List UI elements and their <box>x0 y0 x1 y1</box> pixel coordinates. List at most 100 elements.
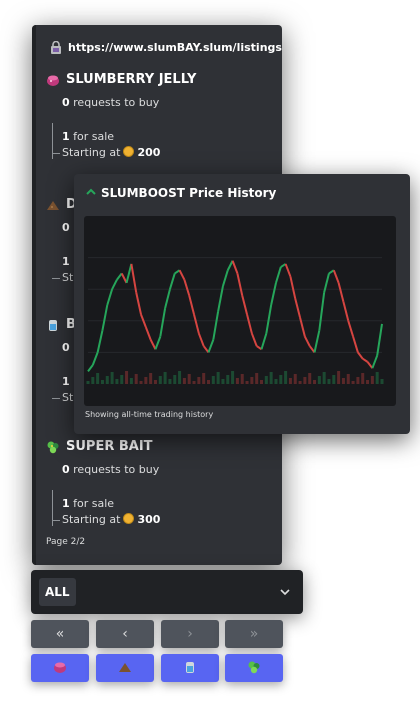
bait-icon <box>46 440 60 454</box>
requests-label: requests to buy <box>73 96 160 109</box>
price-segment <box>217 285 224 312</box>
last-page-button[interactable]: » <box>225 620 283 648</box>
volume-bar <box>240 374 244 384</box>
requests-count: 0 <box>62 221 70 234</box>
volume-bar <box>346 374 350 384</box>
price-segment <box>250 333 258 347</box>
volume-bar <box>86 381 90 384</box>
volume-bar <box>356 377 360 384</box>
price-segment <box>197 333 205 347</box>
price-segment <box>91 352 99 366</box>
jelly-icon <box>53 659 67 678</box>
volume-bar <box>168 379 172 384</box>
price-segment <box>347 320 355 337</box>
starting-label: St <box>62 271 74 284</box>
price-segment <box>284 263 292 277</box>
bait-icon <box>247 659 261 678</box>
price-segment <box>226 260 234 271</box>
requests-label: requests to buy <box>73 463 160 476</box>
jelly-item-button[interactable] <box>31 654 89 682</box>
for-sale-count: 1 <box>62 375 70 388</box>
volume-bar <box>293 374 297 384</box>
for-sale-count: 1 <box>62 255 70 268</box>
volume-bar <box>149 373 153 384</box>
volume-bar <box>216 372 220 384</box>
requests-count: 0 <box>62 96 70 109</box>
volume-bar <box>327 379 331 384</box>
price-segment <box>260 333 268 350</box>
volume-bar <box>269 372 273 384</box>
next-page-button[interactable]: › <box>161 620 219 648</box>
price-segment <box>101 304 109 331</box>
price-segment <box>362 357 369 363</box>
prev-page-button[interactable]: ‹ <box>96 620 154 648</box>
price-segment <box>246 314 253 334</box>
volume-bar <box>197 377 201 384</box>
volume-bar <box>206 380 210 384</box>
volume-bar <box>202 373 206 384</box>
first-page-button[interactable]: « <box>31 620 89 648</box>
volume-bar <box>129 378 133 384</box>
select-value: ALL <box>39 578 76 606</box>
bait-item-button[interactable] <box>225 654 283 682</box>
price-segment <box>231 260 239 274</box>
price-segment <box>366 361 374 369</box>
price-segment <box>289 276 297 299</box>
for-sale-label: for sale <box>73 497 115 510</box>
embed-author: https://www.slumBAY.slum/listings <box>50 40 282 54</box>
popup-title: SLUMBOOST Price History <box>86 186 276 200</box>
listing-item: SLUMBERRY JELLY 0 requests to buy 1 for … <box>46 72 196 161</box>
dirt-item-button[interactable] <box>96 654 154 682</box>
volume-bar <box>288 378 292 384</box>
dirt-icon <box>118 659 132 678</box>
starting-label: Starting at <box>62 146 121 159</box>
volume-bar <box>284 371 288 384</box>
price-segment <box>144 326 152 341</box>
volume-bar <box>192 381 196 384</box>
dirt-icon <box>46 198 60 212</box>
listing-item: SUPER BAIT 0 requests to buy 1 for sale … <box>46 439 160 528</box>
for-sale-count: 1 <box>62 130 70 143</box>
volume-bar <box>110 372 114 384</box>
volume-bar <box>221 379 225 384</box>
bottle-item-button[interactable] <box>161 654 219 682</box>
listing-url[interactable]: https://www.slumBAY.slum/listings <box>68 41 282 54</box>
popup-title-text: SLUMBOOST Price History <box>101 186 277 200</box>
volume-bar <box>264 376 268 384</box>
price-segment <box>154 336 162 350</box>
starting-label: Starting at <box>62 513 121 526</box>
requests-count: 0 <box>62 341 70 354</box>
volume-bar <box>125 371 129 384</box>
price-segment <box>164 288 171 309</box>
page-indicator: Page 2/2 <box>46 537 86 547</box>
volume-bar <box>153 380 157 384</box>
price-segment <box>241 295 249 315</box>
volume-bar <box>226 375 230 384</box>
price-chart-svg <box>86 257 384 384</box>
volume-bar <box>366 380 370 384</box>
price-segment <box>303 336 311 347</box>
chevron-down-icon <box>277 584 293 600</box>
volume-bar <box>231 371 235 384</box>
volume-bar <box>91 377 95 384</box>
listing-item-partial: D 0 1 St <box>46 197 77 286</box>
volume-bar <box>298 381 302 384</box>
price-chart <box>84 216 396 406</box>
price-segment <box>332 269 340 284</box>
volume-bar <box>260 380 264 384</box>
item-name: SLUMBERRY JELLY <box>66 72 197 87</box>
price-segment <box>183 279 191 296</box>
price-segment <box>168 273 176 290</box>
price-segment <box>135 292 142 315</box>
price-segment <box>270 282 277 306</box>
volume-bar <box>158 376 162 384</box>
price-segment <box>352 336 359 353</box>
volume-bar <box>303 377 307 384</box>
price-segment <box>275 266 282 284</box>
volume-bar <box>178 371 182 384</box>
volume-bar <box>337 371 341 384</box>
coin-icon <box>123 513 135 524</box>
starting-label: St <box>62 391 74 404</box>
price-segment <box>357 351 364 360</box>
item-filter-select[interactable]: ALL <box>31 570 303 614</box>
